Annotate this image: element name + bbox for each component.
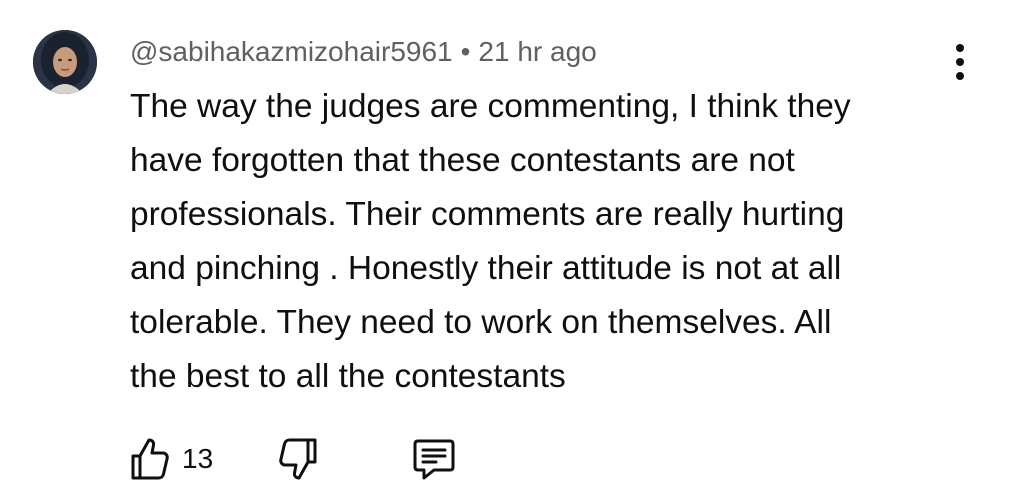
comment-timestamp: 21 hr ago [478, 36, 597, 67]
thumbs-down-icon [279, 438, 317, 480]
comment-text-line: have forgotten that these contestants ar… [130, 142, 795, 179]
like-button[interactable] [130, 436, 170, 482]
dislike-button[interactable] [278, 436, 318, 482]
thumbs-up-icon [131, 438, 169, 480]
comment-item: @sabihakazmizohair5961 • 21 hr ago The way… [0, 0, 1024, 487]
comment-icon [413, 439, 455, 480]
avatar[interactable] [33, 30, 97, 94]
more-vertical-icon-dot [956, 44, 964, 52]
more-vertical-icon-dot [956, 72, 964, 80]
avatar-image [33, 30, 97, 94]
comment-text-line: The way the judges are commenting, I thi… [130, 88, 851, 125]
comment-text-line: tolerable. They need to work on themselv… [130, 304, 832, 341]
author-handle[interactable]: @sabihakazmizohair5961 [130, 36, 453, 67]
comment-text-line: and pinching . Honestly their attitude i… [130, 250, 842, 287]
comment-text-line: the best to all the contestants [130, 358, 566, 395]
more-vertical-icon-dot [956, 58, 964, 66]
comment-text: The way the judges are commenting, I thi… [130, 80, 950, 404]
reply-button[interactable] [412, 436, 456, 482]
like-count: 13 [182, 443, 214, 474]
more-options-button[interactable] [942, 38, 978, 86]
meta-separator: • [460, 36, 471, 67]
comment-meta: @sabihakazmizohair5961 • 21 hr ago [130, 32, 597, 72]
comment-text-line: professionals. Their comments are really… [130, 196, 845, 233]
